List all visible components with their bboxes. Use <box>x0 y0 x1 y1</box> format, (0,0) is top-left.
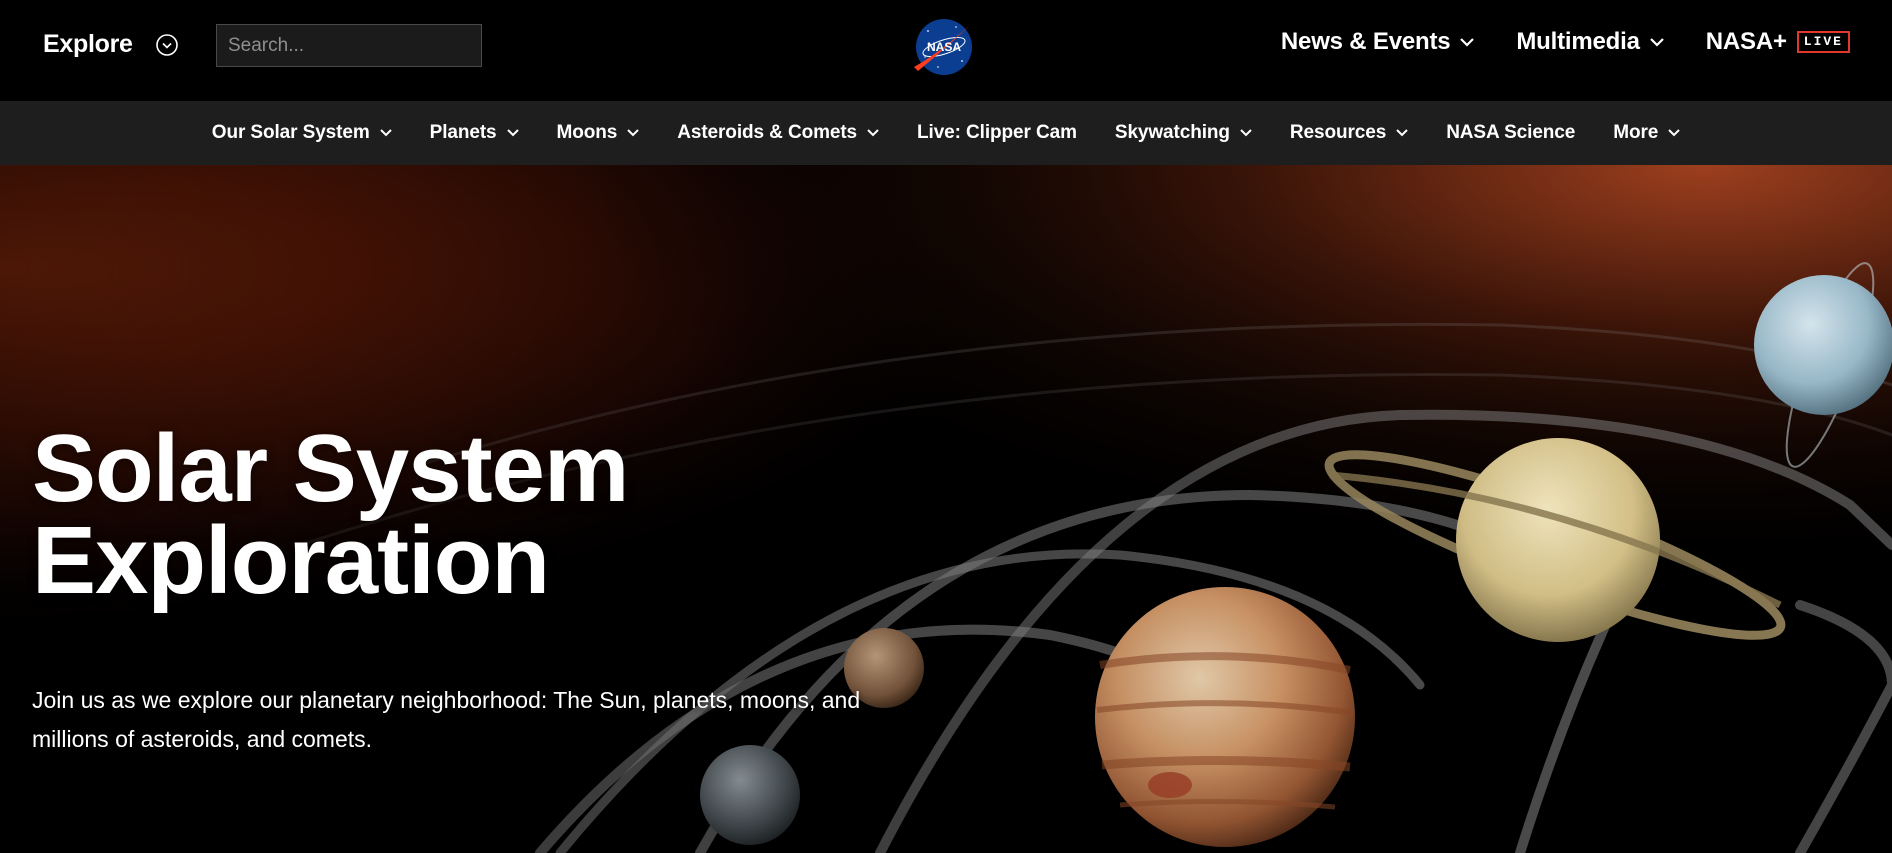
subnav-label: Skywatching <box>1114 122 1230 143</box>
hero-title-line1: Solar System <box>32 415 629 522</box>
hero-section: Solar System Exploration Join us as we e… <box>0 165 1892 853</box>
subnav-moons[interactable]: Moons <box>538 122 659 144</box>
subnav-live-clipper-cam[interactable]: Live: Clipper Cam <box>898 122 1096 144</box>
chevron-down-icon <box>867 129 879 137</box>
nav-nasa-plus-label: NASA+ <box>1705 28 1787 55</box>
subnav-asteroids-comets[interactable]: Asteroids & Comets <box>658 122 898 144</box>
explore-menu-button[interactable]: Explore <box>43 30 179 59</box>
chevron-circle-down-icon <box>155 33 178 56</box>
search-input[interactable] <box>216 24 482 67</box>
top-nav: News & Events Multimedia NASA+ LIVE <box>1239 28 1850 56</box>
nav-multimedia-label: Multimedia <box>1516 28 1640 55</box>
subnav-our-solar-system[interactable]: Our Solar System <box>193 122 411 144</box>
subnav-label: Live: Clipper Cam <box>917 122 1077 143</box>
chevron-down-icon <box>1240 129 1252 137</box>
sub-nav: Our Solar System Planets Moons Asteroids… <box>0 101 1892 165</box>
subnav-label: NASA Science <box>1446 122 1576 143</box>
subnav-label: Resources <box>1289 122 1387 143</box>
chevron-down-icon <box>627 129 639 137</box>
live-badge: LIVE <box>1796 31 1850 53</box>
top-header: Explore NASA News & Events Multimedia NA… <box>0 0 1892 101</box>
subnav-label: Asteroids & Comets <box>677 122 858 143</box>
subnav-label: Planets <box>429 122 497 143</box>
chevron-down-icon <box>1668 129 1680 137</box>
hero-description: Join us as we explore our planetary neig… <box>32 687 861 752</box>
subnav-resources[interactable]: Resources <box>1271 122 1427 144</box>
nav-news-events[interactable]: News & Events <box>1280 28 1475 56</box>
subnav-label: Moons <box>556 122 618 143</box>
svg-text:NASA: NASA <box>927 40 961 54</box>
chevron-down-icon <box>1649 37 1664 47</box>
chevron-down-icon <box>379 129 392 137</box>
subnav-more[interactable]: More <box>1594 122 1699 144</box>
chevron-down-icon <box>1460 37 1475 47</box>
hero-title-line2: Exploration <box>32 507 550 614</box>
subnav-planets[interactable]: Planets <box>411 122 538 144</box>
chevron-down-icon <box>506 129 519 137</box>
chevron-down-icon <box>1396 129 1408 137</box>
hero-title: Solar System Exploration <box>32 421 629 609</box>
nav-news-events-label: News & Events <box>1280 28 1451 55</box>
nasa-logo[interactable]: NASA <box>908 13 984 77</box>
explore-label: Explore <box>43 30 133 58</box>
nav-nasa-plus[interactable]: NASA+ LIVE <box>1706 28 1850 56</box>
subnav-label: Our Solar System <box>211 122 370 143</box>
nav-multimedia[interactable]: Multimedia <box>1516 28 1664 56</box>
subnav-label: More <box>1613 122 1659 143</box>
subnav-nasa-science[interactable]: NASA Science <box>1427 122 1594 144</box>
subnav-skywatching[interactable]: Skywatching <box>1096 122 1271 144</box>
